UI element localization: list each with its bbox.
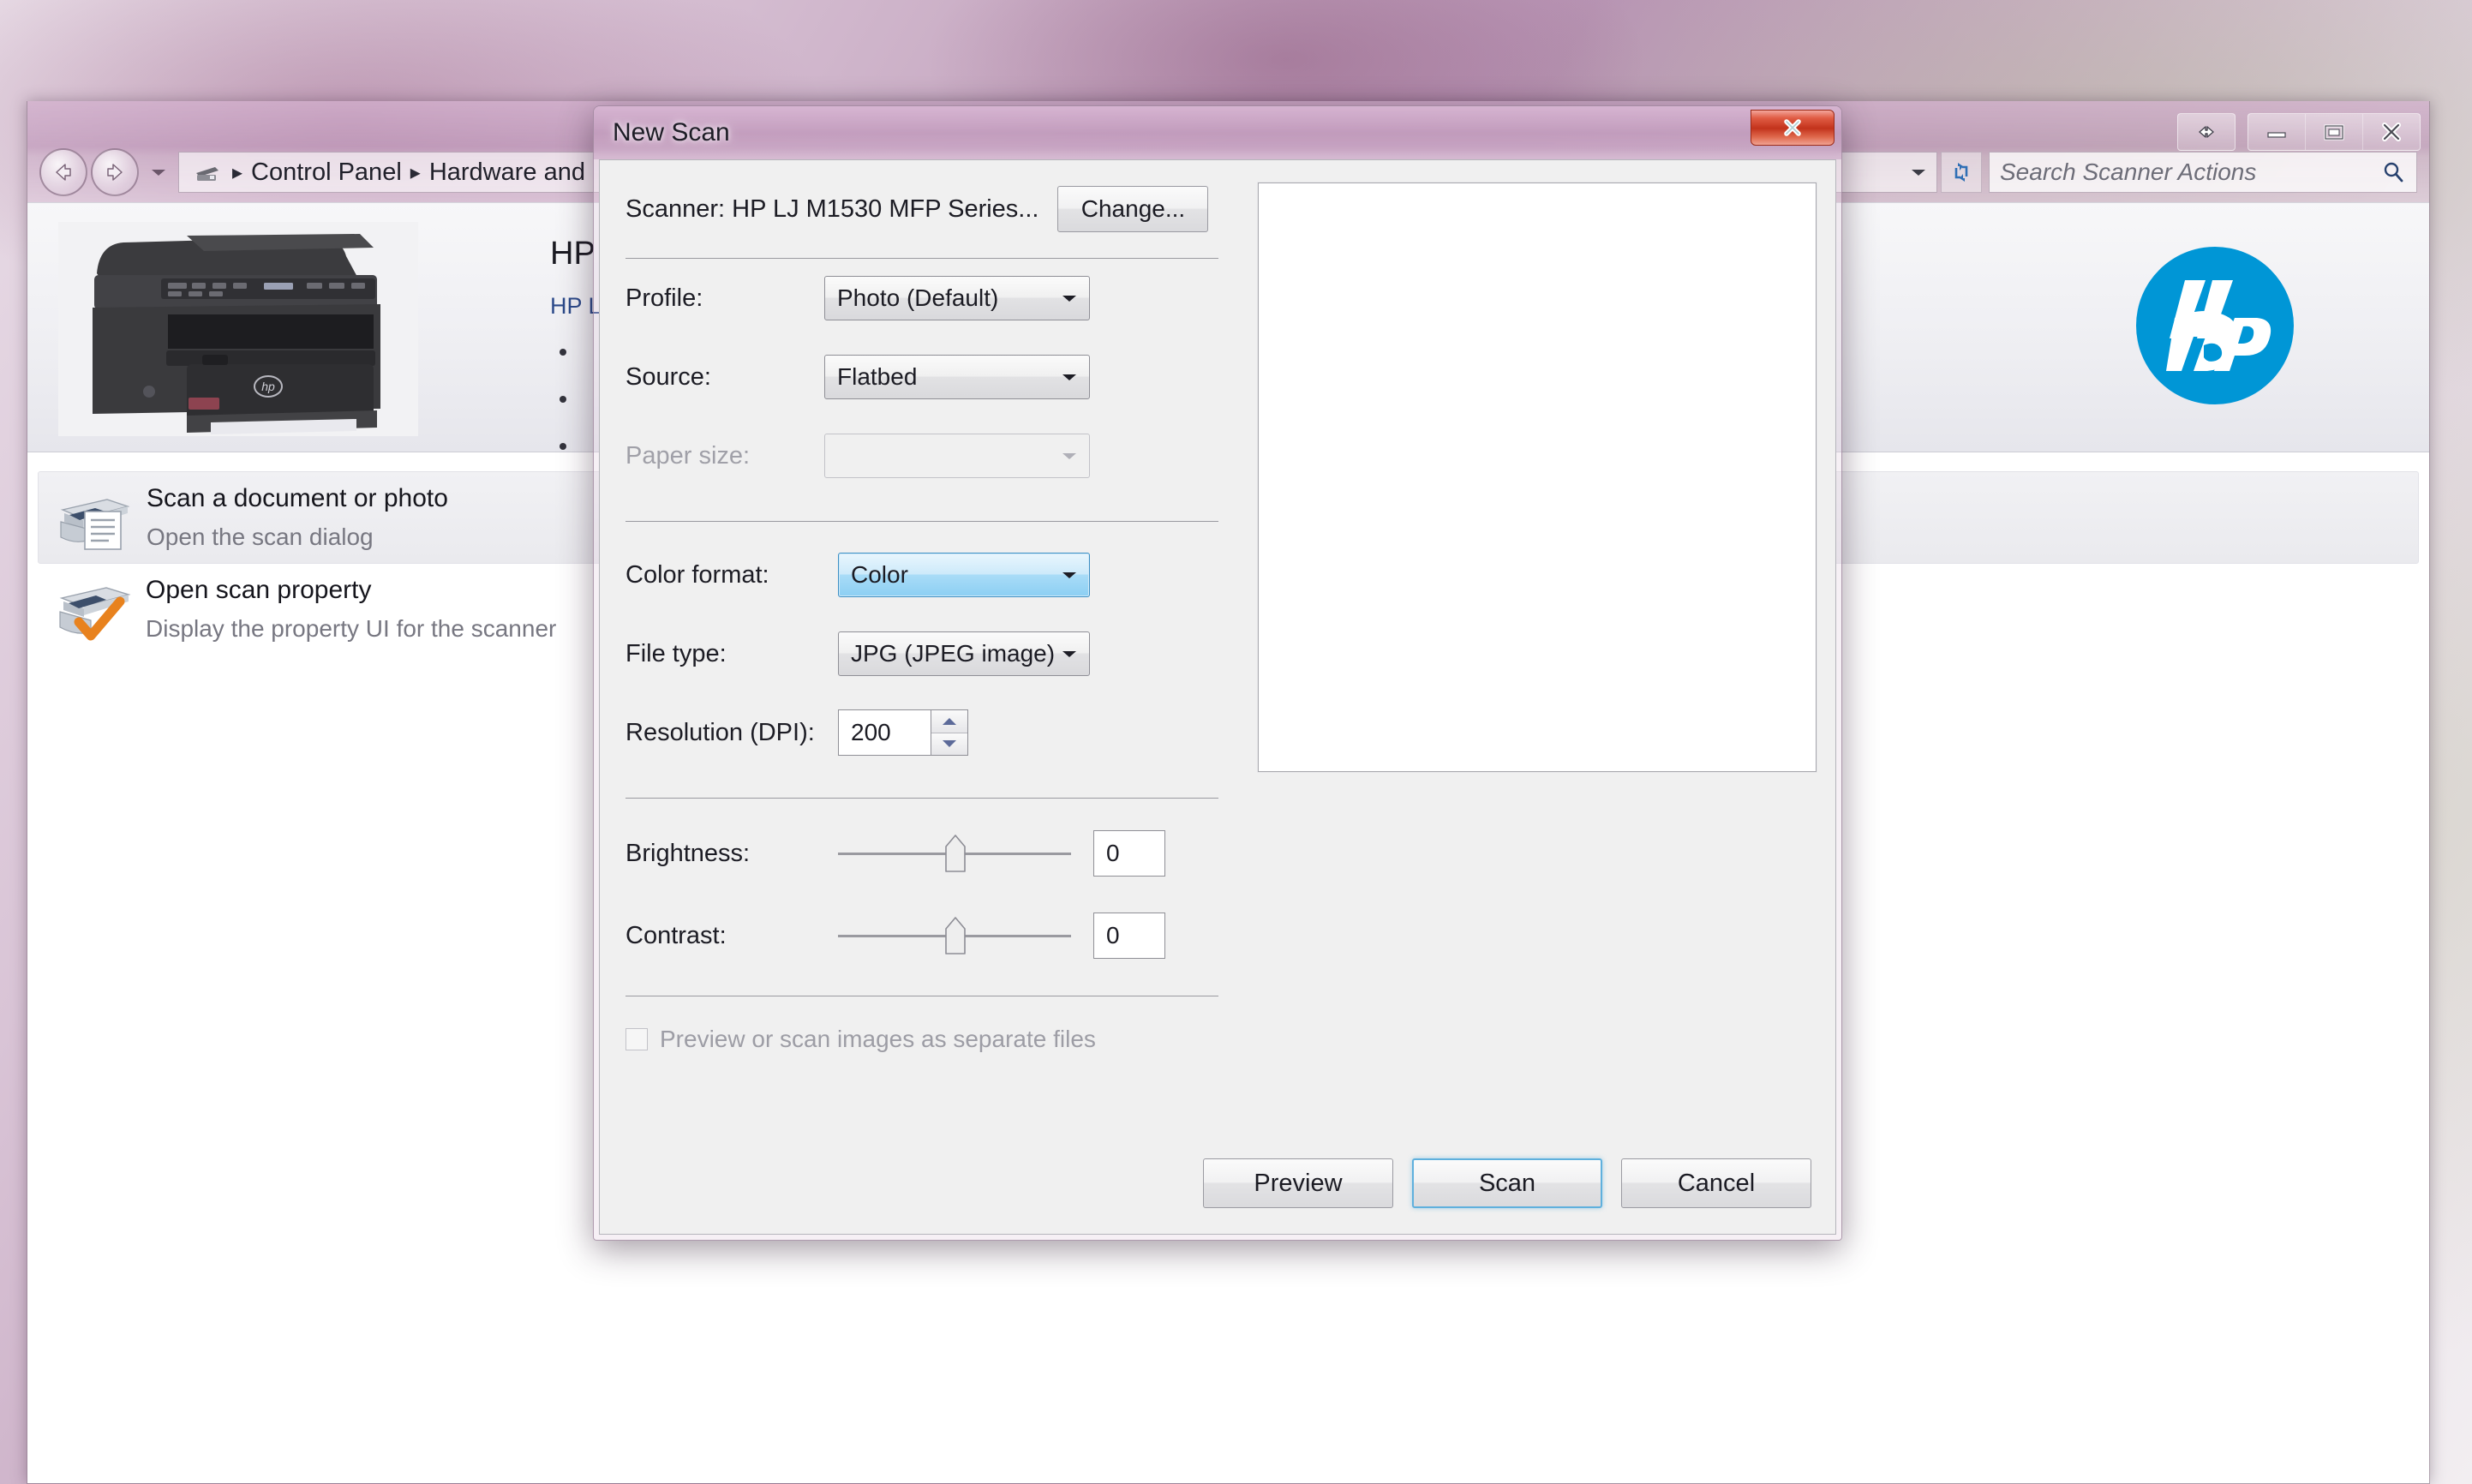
caret-down-icon [943,740,956,748]
scanner-check-icon [59,587,131,641]
profile-select[interactable]: Photo (Default) [824,276,1090,320]
resolution-decrement-button[interactable] [931,733,967,755]
preview-button[interactable]: Preview [1203,1158,1393,1208]
back-button[interactable] [39,148,87,196]
source-label: Source: [625,362,711,391]
task-title: Scan a document or photo [147,484,448,512]
scan-preview-pane[interactable] [1258,183,1817,772]
chevron-down-icon [1062,453,1076,459]
task-description: Display the property UI for the scanner [146,615,557,642]
history-dropdown-button[interactable] [146,150,171,194]
task-description: Open the scan dialog [147,524,374,550]
breadcrumb-separator: ▸ [410,160,421,184]
resolution-row: Resolution (DPI): 200 [625,693,1218,772]
cancel-button[interactable]: Cancel [1621,1158,1811,1208]
scanner-row: Scanner: HP LJ M1530 MFP Series... Chang… [625,186,1218,232]
breadcrumb-separator: ▸ [232,160,243,184]
file-type-select[interactable]: JPG (JPEG image) [838,631,1090,676]
forward-button[interactable] [91,148,139,196]
profile-label: Profile: [625,284,703,312]
hp-logo [2134,244,2296,407]
scanner-label: Scanner: HP LJ M1530 MFP Series... [625,194,1039,223]
chevron-down-icon [1062,572,1076,578]
hp-printer-photo: hp [58,222,418,436]
slider-thumb[interactable] [943,916,968,957]
color-format-select[interactable]: Color [838,553,1090,597]
separate-files-checkbox-row: Preview or scan images as separate files [625,1026,1218,1053]
profile-value: Photo (Default) [837,284,999,311]
scanner-document-icon [60,499,130,550]
dialog-title: New Scan [613,118,730,147]
close-button[interactable] [2363,114,2420,150]
color-format-value: Color [851,561,908,588]
chevron-down-icon [1062,374,1076,380]
svg-text:hp: hp [261,380,275,393]
printer-icon [196,167,218,181]
change-scanner-button[interactable]: Change... [1057,186,1209,232]
search-icon [2384,162,2403,183]
separator [625,521,1218,522]
refresh-button[interactable] [1941,152,1982,193]
resolution-input[interactable]: 200 [838,709,931,756]
maximize-button[interactable] [2306,114,2363,150]
profile-row: Profile: Photo (Default) [625,259,1218,338]
breadcrumb-item-hardware[interactable]: Hardware and [429,159,585,187]
color-format-row: Color format: Color [625,536,1218,614]
color-format-label: Color format: [625,560,769,589]
file-type-value: JPG (JPEG image) [851,640,1056,667]
separator [625,798,1218,799]
dialog-close-button[interactable] [1751,110,1835,146]
dialog-body: Scanner: HP LJ M1530 MFP Series... Chang… [599,159,1836,1235]
scan-settings-form: Scanner: HP LJ M1530 MFP Series... Chang… [600,160,1244,1234]
paper-size-row: Paper size: [625,416,1218,495]
contrast-value[interactable]: 0 [1093,913,1165,959]
minimize-button[interactable] [2248,114,2306,150]
brightness-slider[interactable] [838,830,1071,877]
search-input[interactable]: Search Scanner Actions [1989,152,2417,193]
contrast-label: Contrast: [625,921,727,949]
paper-size-label: Paper size: [625,441,751,470]
caret-up-icon [943,717,956,725]
refresh-icon [1954,163,1968,182]
brightness-label: Brightness: [625,839,751,867]
search-placeholder: Search Scanner Actions [2000,159,2257,185]
file-type-row: File type: JPG (JPEG image) [625,614,1218,693]
chevron-down-icon [1062,296,1076,302]
paper-size-select [824,434,1090,478]
resolution-stepper[interactable]: 200 [838,709,968,756]
scan-button[interactable]: Scan [1412,1158,1602,1208]
dialog-titlebar: New Scan [594,106,1841,159]
brightness-value[interactable]: 0 [1093,830,1165,877]
contrast-slider[interactable] [838,913,1071,959]
brightness-row: Brightness: 0 [625,812,1218,895]
address-dropdown-button[interactable] [1909,153,1928,192]
contrast-row: Contrast: 0 [625,895,1218,977]
source-value: Flatbed [837,363,918,390]
file-type-label: File type: [625,639,727,667]
dialog-button-row: Preview Scan Cancel [1203,1158,1811,1208]
slider-thumb[interactable] [943,834,968,875]
source-select[interactable]: Flatbed [824,355,1090,399]
chevron-down-icon [1062,651,1076,657]
breadcrumb-item-control-panel[interactable]: Control Panel [251,159,402,187]
separate-files-checkbox [625,1028,648,1050]
separate-files-label: Preview or scan images as separate files [660,1026,1096,1052]
task-title: Open scan property [146,576,372,604]
new-scan-dialog: New Scan Scanner: HP LJ M1530 MFP Series… [593,105,1842,1241]
source-row: Source: Flatbed [625,338,1218,416]
resolution-increment-button[interactable] [931,710,967,733]
resolution-label: Resolution (DPI): [625,718,815,746]
